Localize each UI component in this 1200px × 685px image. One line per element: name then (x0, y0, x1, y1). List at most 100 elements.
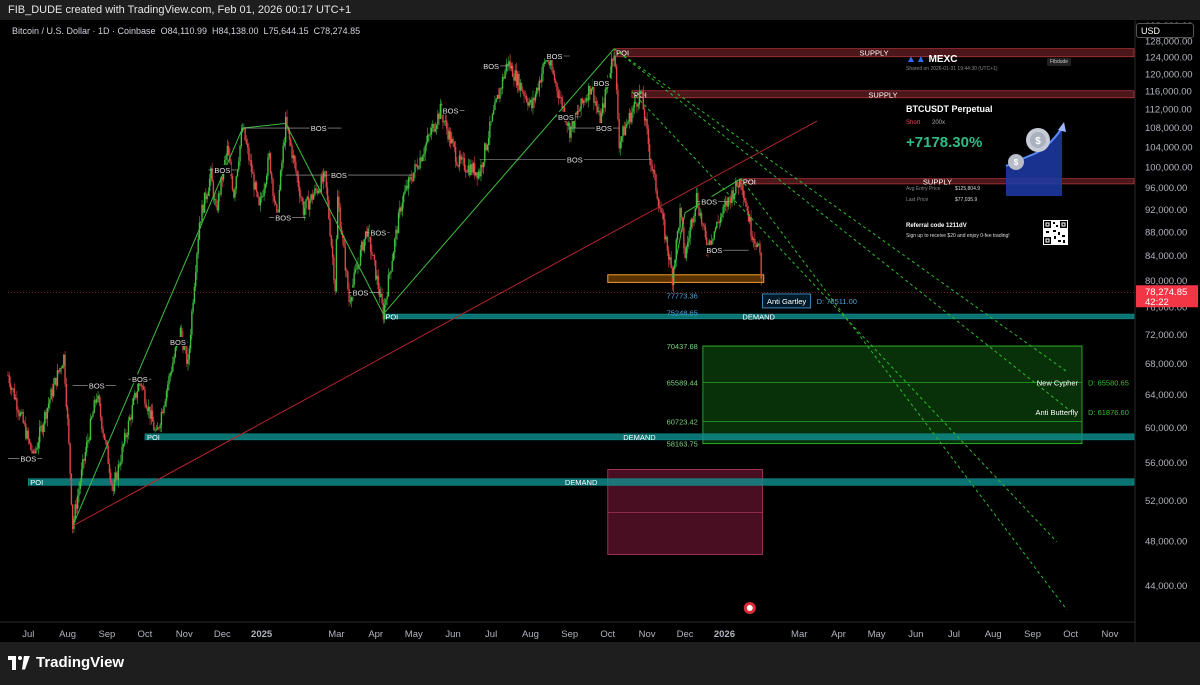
candle-body (297, 176, 300, 187)
tradingview-logo[interactable]: TradingView (8, 654, 124, 671)
candle-body (714, 227, 717, 232)
harmonic-level-label: 75248.65 (667, 308, 698, 317)
candle-body (236, 169, 239, 177)
candle-body (399, 207, 401, 213)
candle-body (690, 218, 693, 228)
candle-body (589, 85, 591, 95)
candle-body (211, 168, 213, 182)
candle-body (13, 388, 16, 399)
time-tick-label: 2026 (714, 629, 735, 640)
demand-label: DEMAND (565, 478, 598, 487)
time-tick-label: Nov (639, 629, 656, 640)
candle-body (366, 231, 368, 237)
candle-body (208, 178, 211, 192)
price-tick-label: 88,000.00 (1145, 228, 1187, 239)
candle-body (41, 425, 43, 433)
candle-body (12, 388, 14, 390)
currency-selector[interactable]: USD (1136, 23, 1194, 38)
candle-body (575, 112, 577, 115)
candle-body (145, 403, 147, 409)
candle-body (409, 176, 411, 178)
candle-body (94, 400, 97, 403)
time-tick-label: May (868, 629, 886, 640)
candle-body (637, 104, 639, 107)
candle-body (44, 412, 46, 425)
candle-body (79, 482, 81, 489)
candle-body (227, 145, 230, 156)
candle-body (411, 180, 414, 181)
candle-body (678, 227, 680, 232)
candle-body (125, 433, 127, 438)
pattern-d-label: D: 61876.60 (1088, 408, 1129, 417)
candle-body (588, 85, 590, 101)
candle-body (598, 111, 600, 113)
candle-body (219, 193, 221, 195)
candle-body (78, 488, 80, 496)
candle-body (298, 186, 301, 197)
candle-body (651, 165, 653, 171)
candle-body (113, 479, 116, 492)
pattern-name: Anti Butterfly (1035, 408, 1078, 417)
pnl-percent: +7178.30% (906, 134, 983, 151)
candle-body (307, 196, 310, 210)
candle-body (698, 206, 700, 216)
candle-body (459, 155, 462, 160)
candle-body (621, 136, 623, 142)
candle-body (126, 435, 128, 438)
candle-body (369, 235, 372, 252)
candle-body (189, 334, 192, 349)
candle-body (312, 194, 315, 200)
candle-body (77, 495, 79, 509)
candle-body (269, 153, 272, 174)
candle-body (511, 65, 514, 77)
candle-body (486, 145, 489, 150)
candle-body (28, 439, 31, 443)
candle-body (260, 196, 263, 198)
last-price-label: Last Price (906, 197, 929, 203)
candle-body (629, 112, 632, 123)
candle-body (401, 202, 404, 212)
candle-body (584, 100, 586, 102)
candle-body (84, 451, 87, 461)
candle-body (405, 185, 407, 191)
candle-body (513, 76, 515, 81)
price-tick-label: 124,000.00 (1145, 53, 1193, 64)
candle-body (632, 107, 634, 113)
candle-body (688, 237, 690, 243)
candle-body (499, 88, 501, 99)
candle-body (482, 162, 485, 168)
candle-body (754, 239, 756, 244)
candle-body (733, 193, 736, 200)
candle-body (203, 192, 206, 213)
candle-body (70, 473, 73, 505)
candle-body (186, 346, 188, 364)
candle-body (82, 459, 84, 470)
candle-body (339, 207, 341, 228)
candle-body (348, 288, 350, 302)
candle-body (515, 70, 518, 86)
candle-body (522, 90, 524, 92)
candle-body (343, 238, 345, 248)
candle-body (457, 165, 459, 167)
candle-body (148, 406, 150, 412)
candle-body (163, 406, 165, 413)
candle-body (489, 121, 491, 138)
candle-body (402, 193, 405, 203)
harmonic-level-label: 60723.42 (667, 418, 698, 427)
bos-label: BOS (701, 198, 717, 207)
candle-body (8, 375, 10, 384)
time-tick-label: Dec (677, 629, 694, 640)
candle-body (544, 61, 547, 63)
candle-body (664, 219, 666, 240)
candle-body (88, 439, 90, 441)
candle-body (432, 123, 434, 128)
candle-body (302, 201, 305, 215)
candle-body (39, 427, 41, 443)
candle-body (278, 189, 281, 213)
price-tick-label: 100,000.00 (1145, 162, 1193, 173)
bos-label: BOS (170, 338, 186, 347)
candle-body (324, 171, 326, 173)
high-value: 84,138.00 (218, 26, 259, 36)
candle-body (505, 63, 508, 72)
candle-body (745, 200, 747, 207)
